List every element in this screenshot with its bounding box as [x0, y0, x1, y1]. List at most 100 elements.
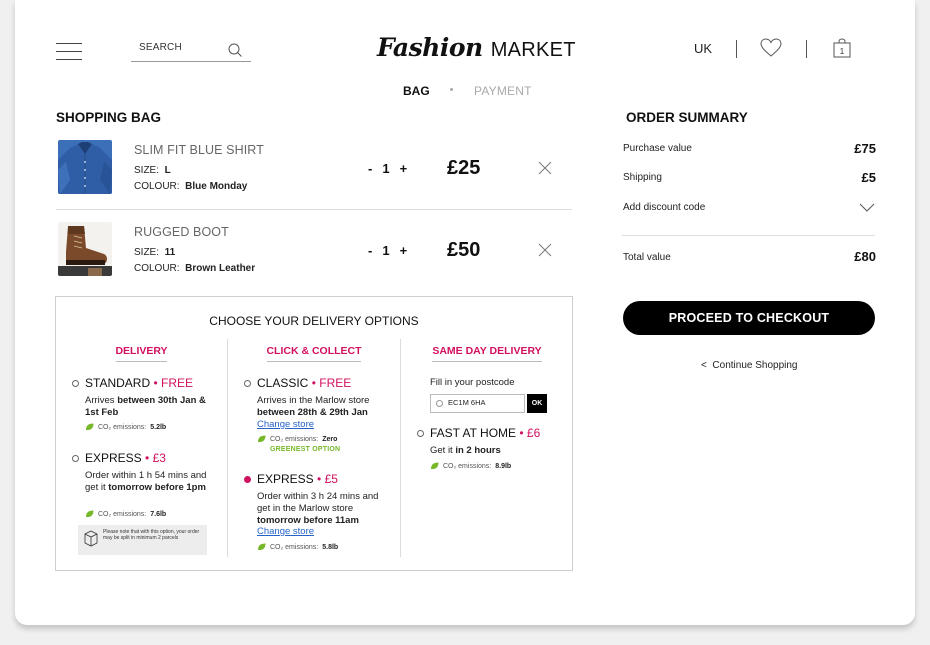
product-image-boot[interactable] [58, 222, 112, 276]
same-day-column-title: SAME DAY DELIVERY [432, 345, 542, 357]
step-payment[interactable]: PAYMENT [474, 84, 532, 98]
option-separator: • [150, 376, 161, 390]
greenest-option-badge: GREENEST OPTION [270, 446, 341, 453]
total-value: £80 [854, 249, 876, 264]
fast-at-home-radio[interactable] [417, 430, 424, 437]
leaf-icon [86, 510, 94, 518]
column-divider [227, 339, 228, 557]
option-separator: • [141, 451, 153, 465]
shopping-bag-title: SHOPPING BAG [56, 110, 162, 125]
colour-label: COLOUR: [134, 263, 180, 274]
product-colour: COLOUR: Blue Monday [134, 181, 247, 192]
desc-text: Arrives [85, 395, 118, 406]
desc-bold: tomorrow before 1pm [108, 482, 206, 493]
shipping-label: Shipping [623, 172, 662, 183]
search-bar[interactable] [131, 38, 251, 62]
product-image-shirt[interactable] [58, 140, 112, 194]
bag-count: 1 [840, 47, 845, 56]
link-text[interactable]: Change store [257, 419, 314, 430]
option-name: STANDARD [85, 376, 151, 390]
product-name[interactable]: SLIM FIT BLUE SHIRT [134, 143, 264, 157]
desc-text: Order within 3 h 24 mins and get in the … [257, 491, 379, 514]
co2-value: Zero [322, 435, 338, 443]
desc-bold: tomorrow before 11am [257, 515, 359, 526]
express-collect-radio-selected[interactable] [244, 476, 251, 483]
postcode-field[interactable] [430, 394, 525, 413]
postcode-input[interactable] [448, 398, 518, 407]
step-bag[interactable]: BAG [403, 84, 430, 98]
option-price: £6 [526, 426, 541, 440]
checkout-card: Fashion MARKET UK 1 BAG PAYMENT SHOPPING… [15, 0, 915, 625]
heart-icon[interactable] [760, 38, 782, 58]
co2-label: CO₂ emissions: [270, 435, 319, 443]
option-classic[interactable]: CLASSIC • FREE [257, 376, 351, 390]
desc-bold: between 28th & 29th Jan [257, 407, 368, 418]
option-standard[interactable]: STANDARD • FREE [85, 376, 193, 390]
link-text[interactable]: Change store [257, 526, 314, 537]
product-name[interactable]: RUGGED BOOT [134, 225, 229, 239]
step-separator [450, 88, 453, 91]
option-description: Get it in 2 hours [430, 445, 560, 457]
chevron-down-icon[interactable] [859, 203, 875, 212]
decrease-button[interactable]: - [368, 243, 372, 258]
option-name: FAST AT HOME [430, 426, 517, 440]
continue-shopping-link[interactable]: < Continue Shopping [701, 360, 797, 371]
shipping-value: £5 [861, 170, 876, 185]
option-separator: • [516, 426, 527, 440]
co2-value: 5.2lb [150, 423, 167, 431]
option-description: Arrives in the Marlow store between 28th… [257, 395, 392, 419]
co2-value: 7.6lb [150, 510, 167, 518]
leaf-icon [258, 435, 266, 443]
delivery-options-panel: CHOOSE YOUR DELIVERY OPTIONS DELIVERY ST… [55, 296, 573, 571]
product-colour: COLOUR: Brown Leather [134, 263, 255, 274]
option-description: Order within 3 h 24 mins and get in the … [257, 491, 389, 527]
option-description: Order within 1 h 54 mins and get it tomo… [85, 470, 215, 494]
proceed-to-checkout-button[interactable]: PROCEED TO CHECKOUT [623, 301, 875, 335]
standard-delivery-radio[interactable] [72, 380, 79, 387]
option-name: EXPRESS [85, 451, 142, 465]
remove-item-icon[interactable] [538, 161, 552, 175]
continue-shopping-text: Continue Shopping [712, 360, 798, 371]
classic-collect-radio[interactable] [244, 380, 251, 387]
size-label: SIZE: [134, 247, 160, 258]
option-price: FREE [161, 376, 194, 390]
colour-value: Blue Monday [185, 181, 248, 192]
co2-label: CO₂ emissions: [98, 423, 147, 431]
split-parcel-note: Please note that with this option, your … [78, 525, 207, 555]
brand-logo[interactable]: Fashion MARKET [377, 33, 576, 65]
option-name: CLASSIC [257, 376, 309, 390]
leaf-icon [86, 423, 94, 431]
product-price: £50 [447, 239, 481, 261]
postcode-ok-button[interactable]: OK [527, 394, 547, 413]
menu-icon[interactable] [56, 43, 82, 60]
column-divider [400, 339, 401, 557]
total-value-label: Total value [623, 252, 671, 263]
co2-label: CO₂ emissions: [98, 510, 147, 518]
change-store-link[interactable]: Change store [257, 526, 314, 538]
product-price: £25 [447, 157, 481, 179]
option-express-collect[interactable]: EXPRESS • £5 [257, 472, 338, 486]
delivery-column-title: DELIVERY [115, 345, 168, 357]
remove-item-icon[interactable] [538, 243, 552, 257]
logo-text: MARKET [490, 39, 576, 61]
colour-label: COLOUR: [134, 181, 180, 192]
decrease-button[interactable]: - [368, 161, 372, 176]
discount-code-toggle[interactable]: Add discount code [623, 202, 705, 213]
summary-divider [622, 235, 875, 236]
shopping-bag-icon[interactable]: 1 [833, 38, 851, 58]
option-price: £5 [324, 472, 338, 486]
search-input[interactable] [139, 42, 224, 53]
change-store-link[interactable]: Change store [257, 419, 314, 431]
increase-button[interactable]: + [400, 243, 408, 258]
option-express[interactable]: EXPRESS • £3 [85, 451, 166, 465]
search-icon[interactable] [227, 42, 243, 58]
express-delivery-radio[interactable] [72, 455, 79, 462]
delivery-options-title: CHOOSE YOUR DELIVERY OPTIONS [209, 314, 419, 328]
quantity-stepper[interactable]: - 1 + [368, 243, 407, 258]
title-underline [432, 361, 542, 362]
increase-button[interactable]: + [400, 161, 408, 176]
country-selector[interactable]: UK [694, 41, 712, 56]
option-price: FREE [319, 376, 352, 390]
option-fast-at-home[interactable]: FAST AT HOME • £6 [430, 426, 540, 440]
quantity-stepper[interactable]: - 1 + [368, 161, 407, 176]
